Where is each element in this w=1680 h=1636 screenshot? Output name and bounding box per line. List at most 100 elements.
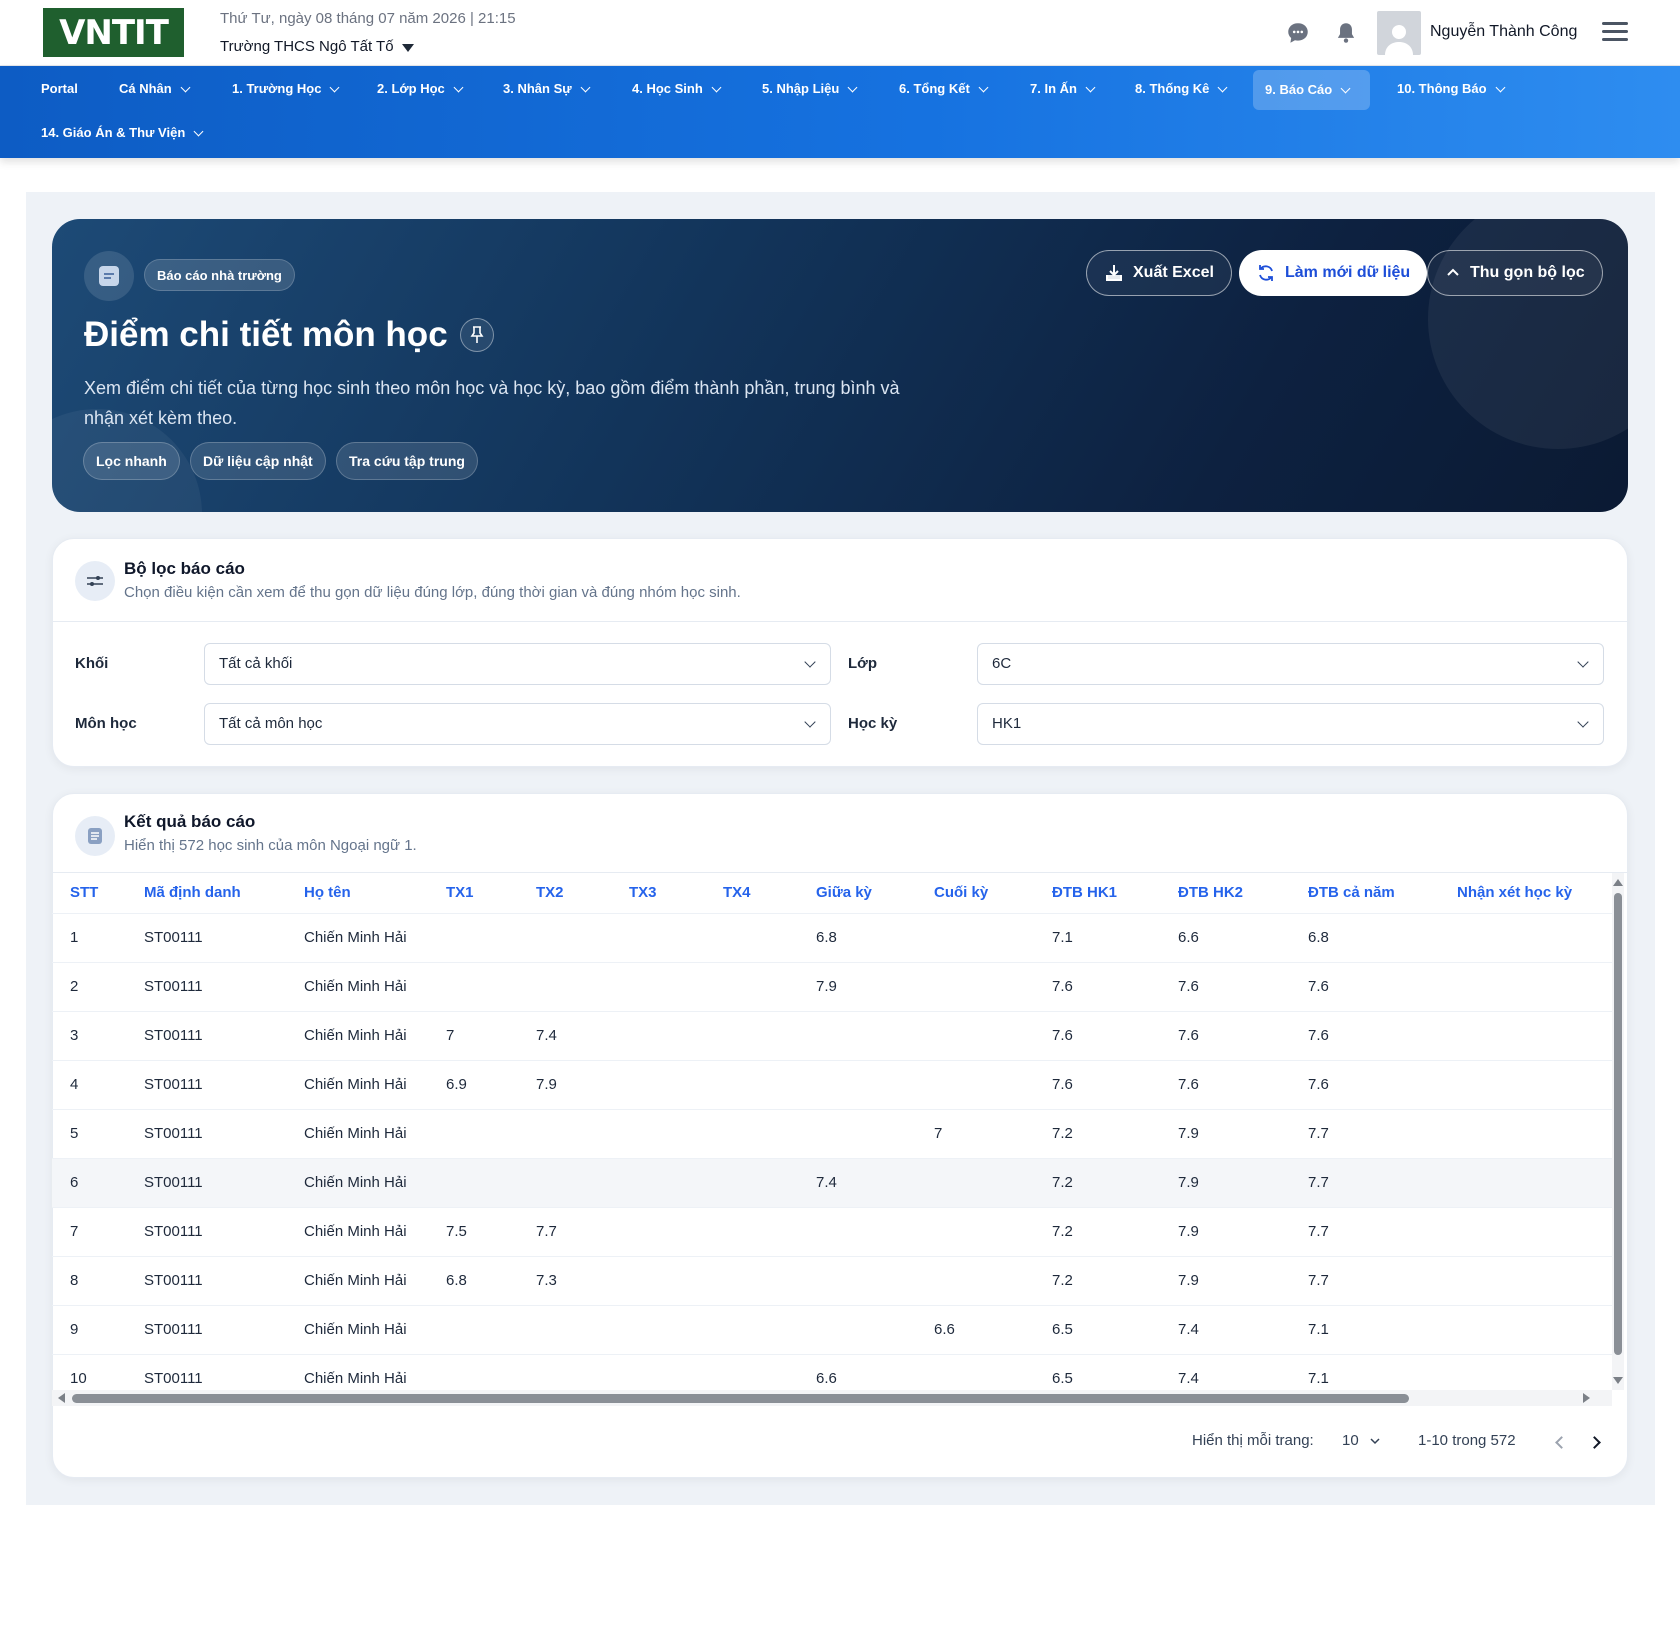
cell-tx4 xyxy=(723,961,816,1011)
col-cuoi-ky[interactable]: Cuối kỳ xyxy=(934,873,1052,913)
cell-cuoi-ky xyxy=(934,961,1052,1011)
chevron-down-icon xyxy=(180,82,191,92)
nav-giao-an-thu-vien[interactable]: 14. Giáo Án & Thư Viện xyxy=(29,113,214,153)
refresh-data-label: Làm mới dữ liệu xyxy=(1285,264,1411,281)
scrollbar-thumb[interactable] xyxy=(1614,893,1622,1355)
pin-icon[interactable] xyxy=(459,318,494,352)
chip-focused-lookup[interactable]: Tra cứu tập trung xyxy=(336,442,478,480)
cell-tx2 xyxy=(536,912,629,962)
col-tx4[interactable]: TX4 xyxy=(723,873,816,913)
cell-nhan-xet xyxy=(1457,1108,1612,1158)
nav-truong-hoc[interactable]: 1. Trường Học xyxy=(220,69,350,109)
cell-ma-dinh-danh: ST00111 xyxy=(144,1206,304,1256)
cell-tx1 xyxy=(446,961,536,1011)
hamburger-menu-icon[interactable] xyxy=(1602,22,1628,42)
chevron-down-icon xyxy=(193,126,204,136)
col-stt[interactable]: STT xyxy=(52,873,144,913)
cell-stt: 9 xyxy=(52,1304,144,1354)
scroll-up-arrow-icon[interactable] xyxy=(1613,879,1623,886)
cell-dtb-hk1: 7.1 xyxy=(1052,912,1178,962)
table-row[interactable]: 8 ST00111 Chiến Minh Hải 6.8 7.3 7.2 7.9 7.7 xyxy=(52,1255,1612,1305)
cell-dtb-ca-nam: 7.6 xyxy=(1308,1010,1457,1060)
cell-tx4 xyxy=(723,1304,816,1354)
nav-portal[interactable]: Portal xyxy=(29,69,90,109)
cell-dtb-hk2: 7.4 xyxy=(1178,1353,1308,1390)
col-giua-ky[interactable]: Giữa kỳ xyxy=(816,873,934,913)
nav-nhap-lieu[interactable]: 5. Nhập Liệu xyxy=(750,69,868,109)
cell-ho-ten: Chiến Minh Hải xyxy=(304,1157,446,1207)
table-row[interactable]: 10 ST00111 Chiến Minh Hải 6.6 6.5 7.4 7.1 xyxy=(52,1353,1612,1390)
col-ma-dinh-danh[interactable]: Mã định danh xyxy=(144,873,304,913)
col-tx2[interactable]: TX2 xyxy=(536,873,629,913)
school-selector[interactable]: Trường THCS Ngô Tất Tố xyxy=(220,38,414,55)
export-excel-button[interactable]: Xuất Excel xyxy=(1086,250,1232,296)
col-dtb-ca-nam[interactable]: ĐTB cả năm xyxy=(1308,873,1457,913)
table-row[interactable]: 2 ST00111 Chiến Minh Hải 7.9 7.6 7.6 7.6 xyxy=(52,961,1612,1011)
cell-giua-ky xyxy=(816,1304,934,1354)
scroll-right-arrow-icon[interactable] xyxy=(1583,1393,1590,1403)
refresh-data-button[interactable]: Làm mới dữ liệu xyxy=(1239,250,1428,296)
term-select[interactable]: HK1 xyxy=(977,703,1604,745)
nav-bao-cao[interactable]: 9. Báo Cáo xyxy=(1253,70,1370,110)
user-avatar[interactable] xyxy=(1377,11,1421,55)
chevron-down-icon xyxy=(330,82,340,92)
nav-thong-ke[interactable]: 8. Thống Kê xyxy=(1123,69,1238,109)
grade-label: Khối xyxy=(75,655,109,672)
bell-icon[interactable] xyxy=(1333,20,1359,46)
cell-tx2 xyxy=(536,1108,629,1158)
collapse-filter-button[interactable]: Thu gọn bộ lọc xyxy=(1427,250,1603,296)
cell-tx3 xyxy=(629,1353,723,1390)
nav-thong-bao[interactable]: 10. Thông Báo xyxy=(1385,69,1516,109)
grade-select[interactable]: Tất cả khối xyxy=(204,643,831,685)
chevron-down-icon xyxy=(1217,82,1228,92)
cell-cuoi-ky xyxy=(934,1255,1052,1305)
table-row[interactable]: 6 ST00111 Chiến Minh Hải 7.4 7.2 7.9 7.7 xyxy=(52,1157,1612,1207)
table-row[interactable]: 9 ST00111 Chiến Minh Hải 6.6 6.5 7.4 7.1 xyxy=(52,1304,1612,1354)
results-subtitle: Hiển thị 572 học sinh của môn Ngoại ngữ … xyxy=(124,837,417,854)
scrollbar-thumb[interactable] xyxy=(72,1394,1409,1403)
nav-lop-hoc[interactable]: 2. Lớp Học xyxy=(365,69,474,109)
cell-tx4 xyxy=(723,1353,816,1390)
nav-ca-nhan[interactable]: Cá Nhân xyxy=(107,69,201,109)
vntit-logo[interactable]: VNTIT xyxy=(43,8,184,57)
chevron-down-icon xyxy=(1370,1437,1380,1444)
results-table-container[interactable]: STT Mã định danh Họ tên TX1 TX2 TX3 TX4 … xyxy=(52,873,1612,1390)
nav-tong-ket[interactable]: 6. Tổng Kết xyxy=(887,69,999,109)
class-select[interactable]: 6C xyxy=(977,643,1604,685)
chip-updated-data[interactable]: Dữ liệu cập nhật xyxy=(190,442,326,480)
table-row[interactable]: 7 ST00111 Chiến Minh Hải 7.5 7.7 7.2 7.9 7.7 xyxy=(52,1206,1612,1256)
scroll-left-arrow-icon[interactable] xyxy=(58,1393,65,1403)
vertical-scrollbar[interactable] xyxy=(1612,873,1624,1390)
cell-tx1 xyxy=(446,1304,536,1354)
col-nhan-xet[interactable]: Nhận xét học kỳ xyxy=(1457,873,1612,913)
nav-hoc-sinh[interactable]: 4. Học Sinh xyxy=(620,69,732,109)
table-row[interactable]: 3 ST00111 Chiến Minh Hải 7 7.4 7.6 7.6 7.6 xyxy=(52,1010,1612,1060)
horizontal-scrollbar[interactable] xyxy=(52,1390,1612,1406)
cell-dtb-ca-nam: 7.6 xyxy=(1308,1059,1457,1109)
col-ho-ten[interactable]: Họ tên xyxy=(304,873,446,913)
col-tx3[interactable]: TX3 xyxy=(629,873,723,913)
nav-in-an[interactable]: 7. In Ấn xyxy=(1018,69,1106,109)
user-silhouette-icon xyxy=(1385,25,1413,55)
cell-giua-ky: 7.4 xyxy=(816,1157,934,1207)
cell-dtb-hk2: 7.9 xyxy=(1178,1255,1308,1305)
chip-quick-filter[interactable]: Lọc nhanh xyxy=(83,442,180,480)
cell-dtb-hk2: 7.9 xyxy=(1178,1157,1308,1207)
filter-subtitle: Chọn điều kiện cần xem để thu gọn dữ liệ… xyxy=(124,584,741,601)
cell-ma-dinh-danh: ST00111 xyxy=(144,1010,304,1060)
sliders-icon xyxy=(75,561,115,601)
subject-select[interactable]: Tất cả môn học xyxy=(204,703,831,745)
cell-dtb-hk1: 7.6 xyxy=(1052,1010,1178,1060)
cell-dtb-hk1: 6.5 xyxy=(1052,1304,1178,1354)
chat-icon[interactable] xyxy=(1285,20,1311,46)
table-row[interactable]: 5 ST00111 Chiến Minh Hải 7 7.2 7.9 7.7 xyxy=(52,1108,1612,1158)
col-tx1[interactable]: TX1 xyxy=(446,873,536,913)
col-dtb-hk2[interactable]: ĐTB HK2 xyxy=(1178,873,1308,913)
table-row[interactable]: 4 ST00111 Chiến Minh Hải 6.9 7.9 7.6 7.6 7.6 xyxy=(52,1059,1612,1109)
col-dtb-hk1[interactable]: ĐTB HK1 xyxy=(1052,873,1178,913)
user-name[interactable]: Nguyễn Thành Công xyxy=(1430,23,1577,41)
table-row[interactable]: 1 ST00111 Chiến Minh Hải 6.8 7.1 6.6 6.8 xyxy=(52,912,1612,962)
nav-nhan-su[interactable]: 3. Nhân Sự xyxy=(491,69,601,109)
scroll-down-arrow-icon[interactable] xyxy=(1613,1377,1623,1384)
per-page-select[interactable]: 10 xyxy=(1342,1432,1381,1449)
